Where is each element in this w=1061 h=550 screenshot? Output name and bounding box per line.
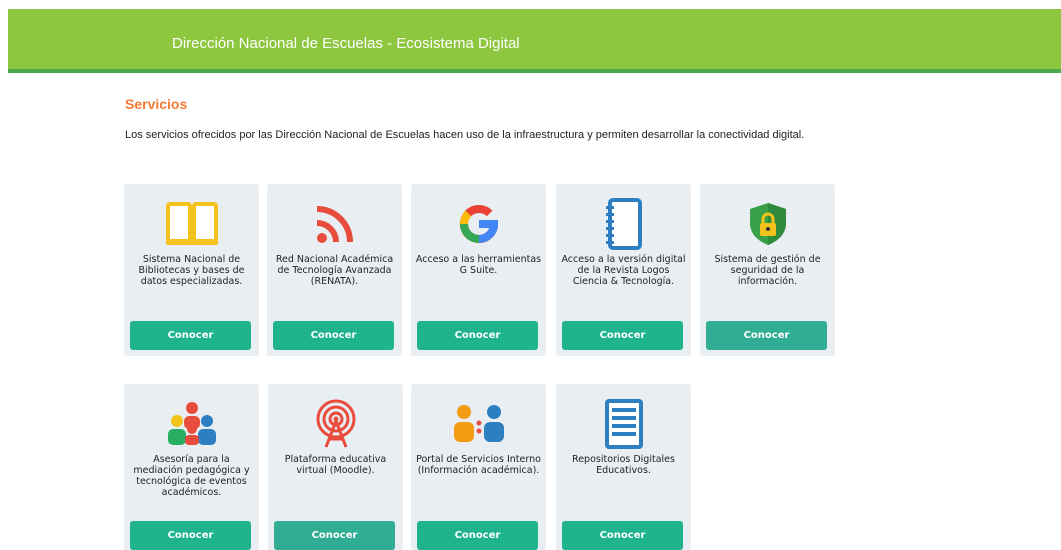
card-description: Acceso a las herramientas G Suite. [415, 254, 542, 276]
service-card-portal: Portal de Servicios Interno (Información… [411, 384, 546, 550]
rss-icon [267, 198, 402, 250]
conocer-button[interactable]: Conocer [273, 321, 394, 350]
conocer-button[interactable]: Conocer [706, 321, 827, 350]
card-description: Repositorios Digitales Educativos. [572, 454, 675, 476]
conocer-button[interactable]: Conocer [130, 521, 251, 550]
conocer-button[interactable]: Conocer [562, 521, 683, 550]
service-card-gsuite: Acceso a las herramientas G Suite. Conoc… [411, 184, 546, 356]
card-description: Portal de Servicios Interno (Información… [416, 454, 541, 476]
conocer-button[interactable]: Conocer [417, 321, 538, 350]
card-description: Acceso a la versión digital de la Revist… [561, 254, 686, 287]
list-document-icon [556, 398, 691, 450]
conocer-button[interactable]: Conocer [274, 521, 395, 550]
service-card-bibliotecas: Sistema Nacional de Bibliotecas y bases … [124, 184, 259, 356]
header-title: Dirección Nacional de Escuelas - Ecosist… [172, 35, 520, 52]
section-title: Servicios [125, 96, 188, 112]
people-group-icon [124, 398, 259, 450]
card-description: Red Nacional Académica de Tecnología Ava… [275, 254, 394, 287]
security-shield-icon [700, 198, 835, 250]
service-card-asesoria: Asesoría para la mediación pedagógica y … [124, 384, 259, 550]
service-card-renata: Red Nacional Académica de Tecnología Ava… [267, 184, 402, 356]
service-card-seguridad: Sistema de gestión de seguridad de la in… [700, 184, 835, 356]
book-icon [124, 198, 259, 250]
notebook-icon [556, 198, 691, 250]
people-pair-icon [411, 398, 546, 450]
card-description: Plataforma educativa virtual (Moodle). [284, 454, 387, 476]
conocer-button[interactable]: Conocer [562, 321, 683, 350]
service-card-revista: Acceso a la versión digital de la Revist… [556, 184, 691, 356]
card-description: Sistema Nacional de Bibliotecas y bases … [138, 254, 245, 287]
google-icon [411, 198, 546, 250]
service-card-moodle: Plataforma educativa virtual (Moodle). C… [268, 384, 403, 550]
card-description: Asesoría para la mediación pedagógica y … [133, 454, 250, 498]
section-intro: Los servicios ofrecidos por las Direcció… [125, 129, 805, 141]
broadcast-antenna-icon [268, 398, 403, 450]
service-card-repositorios: Repositorios Digitales Educativos. Conoc… [556, 384, 691, 550]
conocer-button[interactable]: Conocer [130, 321, 251, 350]
card-description: Sistema de gestión de seguridad de la in… [714, 254, 821, 287]
header-bar: Dirección Nacional de Escuelas - Ecosist… [8, 9, 1061, 73]
conocer-button[interactable]: Conocer [417, 521, 538, 550]
